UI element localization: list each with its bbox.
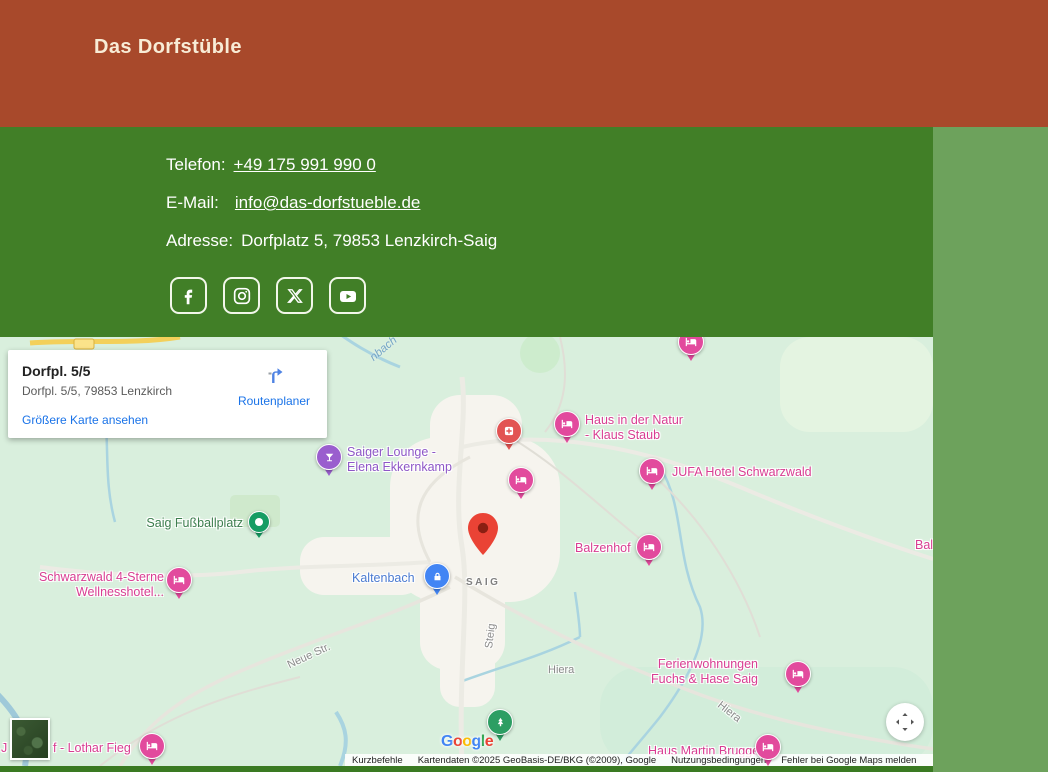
- lodging-marker[interactable]: [678, 337, 704, 362]
- map-attribution-bar: Kurzbefehle Kartendaten ©2025 GeoBasis-D…: [345, 754, 933, 766]
- google-logo[interactable]: Google: [441, 733, 493, 751]
- map-data-attribution: Kartendaten ©2025 GeoBasis-DE/BKG (©2009…: [418, 755, 656, 766]
- lodging-marker[interactable]: [785, 661, 811, 694]
- directions-label: Routenplaner: [235, 394, 313, 408]
- lodging-marker[interactable]: [636, 534, 662, 567]
- main-location-pin[interactable]: [468, 513, 498, 555]
- bar-marker[interactable]: [316, 444, 342, 477]
- keyboard-shortcuts-link[interactable]: Kurzbefehle: [352, 755, 403, 766]
- facebook-icon[interactable]: [170, 277, 207, 314]
- poi-label-ferienwohnungen[interactable]: Ferienwohnungen Fuchs & Hase Saig: [608, 657, 758, 686]
- lodging-marker[interactable]: [554, 411, 580, 444]
- medical-marker[interactable]: [496, 418, 522, 451]
- lodging-marker[interactable]: [508, 467, 534, 500]
- contact-section: Telefon: +49 175 991 990 0 E-Mail: info@da…: [0, 127, 933, 337]
- poi-label-fragment: J: [1, 741, 7, 756]
- poi-label-haus-in-der-natur[interactable]: Haus in der Natur - Klaus Staub: [585, 413, 683, 442]
- site-header: Das Dorfstüble: [0, 0, 1048, 127]
- street-label-hiera: Hiera: [548, 664, 574, 676]
- poi-label-saiger-lounge[interactable]: Saiger Lounge - Elena Ekkernkamp: [347, 445, 452, 474]
- report-error-link[interactable]: Fehler bei Google Maps melden: [781, 755, 916, 766]
- x-twitter-icon[interactable]: [276, 277, 313, 314]
- poi-label-wellnesshotel[interactable]: Schwarzwald 4-Sterne Wellnesshotel...: [18, 570, 164, 599]
- next-section-edge: [0, 766, 933, 772]
- pan-arrows-icon: [893, 710, 917, 734]
- poi-label-lothar-fieg[interactable]: f - Lothar Fieg: [53, 741, 131, 756]
- lodging-marker[interactable]: [139, 733, 165, 766]
- site-logo[interactable]: Das Dorfstüble: [94, 36, 242, 59]
- sports-marker[interactable]: [248, 511, 270, 539]
- map-info-card: Dorfpl. 5/5 Dorfpl. 5/5, 79853 Lenzkirch…: [8, 350, 327, 438]
- directions-button[interactable]: Routenplaner: [235, 362, 313, 408]
- terms-link[interactable]: Nutzungsbedingungen: [671, 755, 766, 766]
- email-label: E-Mail:: [166, 193, 219, 212]
- page-background-band: [933, 127, 1048, 772]
- directions-icon: [262, 362, 286, 386]
- address-row: Adresse: Dorfplatz 5, 79853 Lenzkirch-Sai…: [166, 231, 497, 251]
- youtube-icon[interactable]: [329, 277, 366, 314]
- email-row: E-Mail: info@das-dorfstueble.de: [166, 193, 420, 213]
- email-link[interactable]: info@das-dorfstueble.de: [235, 193, 420, 212]
- pan-control[interactable]: [886, 703, 924, 741]
- poi-label-kaltenbach[interactable]: Kaltenbach: [352, 571, 415, 586]
- imagery-thumbnail[interactable]: [10, 718, 50, 760]
- google-map[interactable]: nbach Haus in der Natur - Klaus Staub Sa…: [0, 337, 933, 766]
- phone-row: Telefon: +49 175 991 990 0: [166, 155, 376, 175]
- address-text: Dorfplatz 5, 79853 Lenzkirch-Saig: [241, 231, 497, 250]
- phone-link[interactable]: +49 175 991 990 0: [234, 155, 376, 174]
- poi-marker-lock[interactable]: [424, 563, 450, 596]
- address-label: Adresse:: [166, 231, 233, 250]
- phone-label: Telefon:: [166, 155, 226, 174]
- instagram-icon[interactable]: [223, 277, 260, 314]
- lodging-marker[interactable]: [166, 567, 192, 600]
- larger-map-link[interactable]: Größere Karte ansehen: [22, 413, 148, 427]
- poi-label-fussballplatz[interactable]: Saig Fußballplatz: [133, 516, 243, 531]
- lodging-marker[interactable]: [639, 458, 665, 491]
- poi-label-jufa-hotel[interactable]: JUFA Hotel Schwarzwald: [672, 465, 812, 480]
- poi-label-partial[interactable]: Bal: [915, 538, 933, 553]
- page: Das Dorfstüble Telefon: +49 175 991 990 0…: [0, 0, 1048, 772]
- locality-label-saig: SAIG: [466, 577, 500, 588]
- poi-label-balzenhof[interactable]: Balzenhof: [575, 541, 631, 556]
- social-links: [170, 277, 366, 314]
